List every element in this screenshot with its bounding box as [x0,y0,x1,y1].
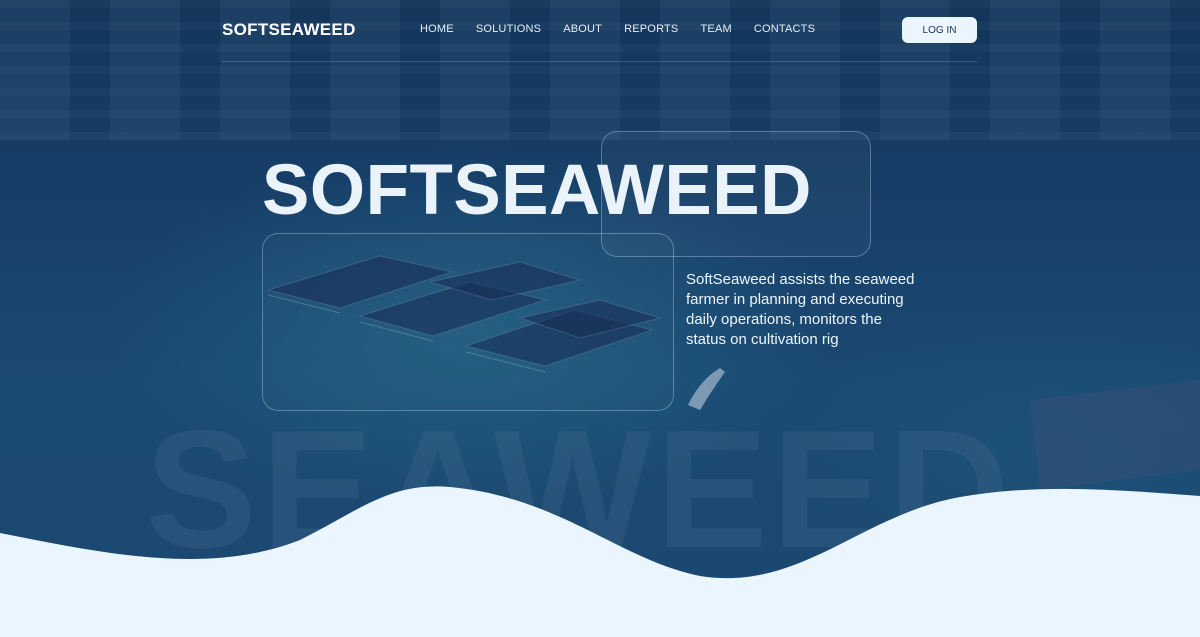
hero-title: SOFTSEAWEED [262,151,812,230]
login-button[interactable]: LOG IN [902,17,977,43]
nav-item-about[interactable]: ABOUT [563,23,602,35]
nav-item-solutions[interactable]: SOLUTIONS [476,23,541,35]
nav-item-team[interactable]: TEAM [700,23,731,35]
nav-item-home[interactable]: HOME [420,23,454,35]
glass-frame-left [262,233,674,411]
nav-item-reports[interactable]: REPORTS [624,23,678,35]
brand-logo[interactable]: SOFTSEAWEED [222,20,356,40]
header-divider [222,61,977,62]
nav-item-contacts[interactable]: CONTACTS [754,23,815,35]
hero-description: SoftSeaweed assists the seaweed farmer i… [686,271,915,348]
main-nav: HOME SOLUTIONS ABOUT REPORTS TEAM CONTAC… [420,23,837,35]
